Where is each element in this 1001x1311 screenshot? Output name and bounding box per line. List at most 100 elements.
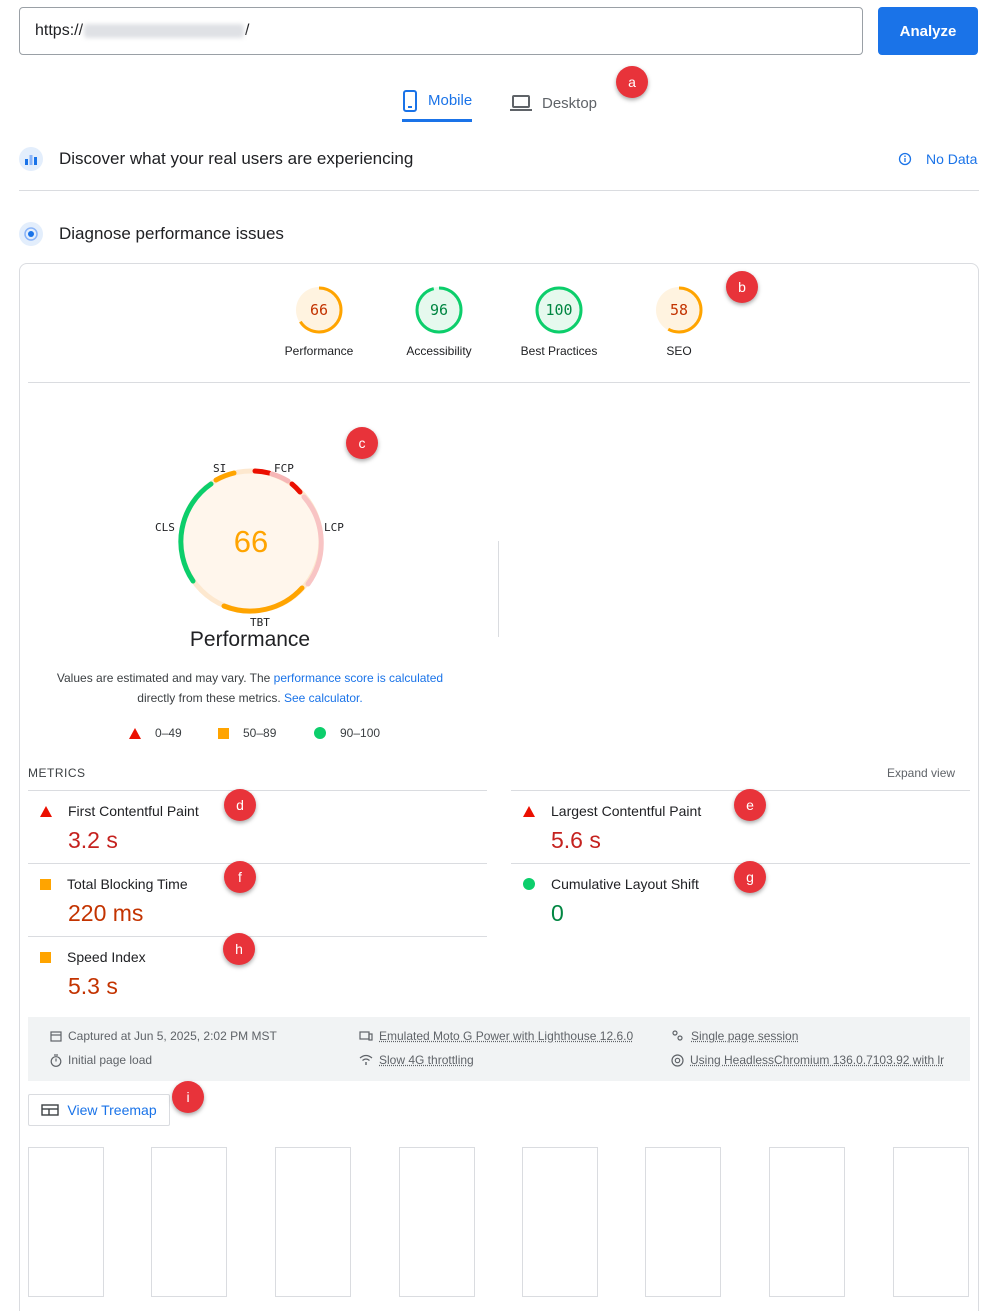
annotation-marker-e: e: [734, 789, 766, 821]
category-performance[interactable]: 66 Performance: [259, 285, 379, 358]
square-icon: [218, 727, 229, 739]
filmstrip-frame: [399, 1147, 475, 1297]
diagnose-header: Diagnose performance issues: [19, 222, 284, 246]
analyze-button[interactable]: Analyze: [878, 7, 978, 55]
legend-pass: 90–100: [314, 726, 380, 740]
tab-mobile[interactable]: Mobile: [402, 84, 473, 122]
url-prefix: https://: [35, 22, 84, 39]
metric-name: First Contentful Paint: [68, 803, 199, 819]
gauge-label-si: SI: [213, 462, 227, 475]
session-info[interactable]: Single page session: [671, 1029, 798, 1043]
category-best-practices[interactable]: 100 Best Practices: [499, 285, 619, 358]
timer-icon: [50, 1053, 62, 1067]
filmstrip-frame: [151, 1147, 227, 1297]
svg-text:96: 96: [430, 301, 448, 319]
score-description: Values are estimated and may vary. The p…: [56, 671, 444, 705]
filmstrip-frame: [522, 1147, 598, 1297]
svg-text:58: 58: [670, 301, 688, 319]
score-ring: 66: [295, 286, 343, 334]
laptop-icon: [510, 95, 532, 111]
divider: [28, 382, 970, 383]
category-label: Performance: [284, 344, 354, 358]
blurred-domain: [84, 24, 245, 38]
metric-value: 5.3 s: [68, 973, 118, 999]
view-treemap-button[interactable]: View Treemap: [28, 1094, 170, 1126]
no-data-label: No Data: [926, 151, 978, 167]
no-data-link[interactable]: No Data: [898, 151, 977, 167]
category-label: Best Practices: [520, 344, 598, 358]
users-chart-icon: [19, 147, 43, 171]
score-ring: 100: [535, 286, 583, 334]
score-ring: 58: [655, 286, 703, 334]
legend-fail: 0–49: [129, 726, 182, 740]
divider: [19, 190, 979, 191]
throttling-info[interactable]: Slow 4G throttling: [359, 1053, 474, 1067]
fail-icon: [40, 805, 52, 817]
field-data-header: Discover what your real users are experi…: [19, 147, 413, 171]
triangle-icon: [129, 727, 141, 739]
metric-cls: Cumulative Layout Shift 0: [523, 876, 943, 927]
metric-name: Total Blocking Time: [67, 876, 188, 892]
calendar-icon: [50, 1031, 62, 1042]
gauge-label-cls: CLS: [155, 521, 175, 534]
expand-view-toggle[interactable]: Expand view: [887, 766, 955, 780]
circle-icon: [314, 727, 326, 739]
metric-lcp: Largest Contentful Paint 5.6 s: [523, 803, 943, 854]
metric-name: Cumulative Layout Shift: [551, 876, 699, 892]
filmstrip-frame: [769, 1147, 845, 1297]
info-icon: [898, 152, 912, 166]
page-load-info: Initial page load: [50, 1053, 152, 1067]
metrics-title: METRICS: [28, 766, 86, 780]
annotation-marker-b: b: [726, 271, 758, 303]
category-seo[interactable]: 58 SEO: [619, 285, 739, 358]
treemap-icon: [41, 1104, 60, 1116]
device-info[interactable]: Emulated Moto G Power with Lighthouse 12…: [359, 1029, 633, 1043]
legend-average: 50–89: [218, 726, 276, 740]
filmstrip-frame: [893, 1147, 969, 1297]
metric-value: 5.6 s: [551, 827, 601, 853]
annotation-marker-h: h: [223, 933, 255, 965]
annotation-marker-c: c: [346, 427, 378, 459]
category-accessibility[interactable]: 96 Accessibility: [379, 285, 499, 358]
run-info-bar: Captured at Jun 5, 2025, 2:02 PM MST Ini…: [28, 1017, 970, 1081]
metric-value: 0: [551, 900, 564, 926]
captured-info: Captured at Jun 5, 2025, 2:02 PM MST: [50, 1029, 277, 1043]
average-icon: [40, 878, 51, 890]
annotation-marker-d: d: [224, 789, 256, 821]
score-calculated-link[interactable]: performance score is calculated: [274, 671, 443, 685]
pass-icon: [523, 878, 535, 890]
average-icon: [40, 951, 51, 963]
metric-name: Largest Contentful Paint: [551, 803, 702, 819]
gauge-label-fcp: FCP: [274, 462, 294, 475]
fail-icon: [523, 805, 535, 817]
gauge-label-lcp: LCP: [324, 521, 344, 534]
performance-title: Performance: [189, 628, 311, 651]
tab-desktop-label: Desktop: [542, 94, 598, 112]
annotation-marker-i: i: [172, 1081, 204, 1113]
filmstrip-frame: [28, 1147, 104, 1297]
metric-name: Speed Index: [67, 949, 146, 965]
field-data-title: Discover what your real users are experi…: [59, 149, 414, 168]
svg-text:66: 66: [310, 301, 328, 319]
metric-value: 3.2 s: [68, 827, 118, 853]
tab-mobile-label: Mobile: [428, 92, 473, 109]
divider: [498, 541, 499, 637]
divider: [28, 790, 487, 791]
annotation-marker-a: a: [616, 66, 648, 98]
svg-text:100: 100: [545, 301, 572, 319]
devices-icon: [359, 1031, 373, 1041]
url-suffix: /: [245, 22, 250, 39]
calculator-link[interactable]: See calculator.: [284, 691, 363, 705]
browser-info[interactable]: Using HeadlessChromium 136.0.7103.92 wit…: [671, 1053, 944, 1067]
filmstrip-frame: [645, 1147, 721, 1297]
divider: [28, 936, 487, 937]
category-label: Accessibility: [406, 344, 472, 358]
annotation-marker-g: g: [734, 861, 766, 893]
url-input[interactable]: https:// /: [19, 7, 863, 55]
filmstrip-frame: [275, 1147, 351, 1297]
annotation-marker-f: f: [224, 861, 256, 893]
svg-text:66: 66: [234, 524, 268, 559]
chrome-icon: [671, 1053, 684, 1067]
diagnose-title: Diagnose performance issues: [59, 224, 284, 243]
tab-desktop[interactable]: Desktop: [510, 84, 597, 122]
